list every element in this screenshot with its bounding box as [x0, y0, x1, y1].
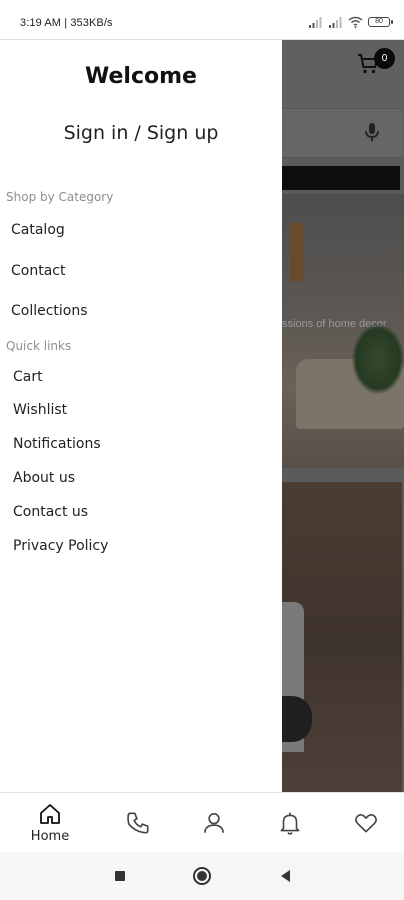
shop-by-category-label: Shop by Category [6, 190, 114, 204]
quick-link-notifications[interactable]: Notifications [13, 436, 101, 452]
announcement-bar [282, 166, 400, 190]
cart-count-badge: 0 [374, 48, 395, 69]
user-icon [203, 812, 225, 833]
system-back-button[interactable] [276, 866, 296, 886]
menu-item-catalog[interactable]: Catalog [11, 222, 65, 238]
bell-icon [280, 812, 300, 835]
cart-button[interactable]: 0 [356, 48, 395, 82]
hero-banner-image[interactable]: ssions of home decor [282, 194, 404, 468]
nav-phone[interactable] [108, 793, 168, 853]
recents-icon [115, 871, 125, 881]
back-icon [281, 870, 290, 882]
search-bar[interactable] [282, 108, 402, 158]
quick-link-wishlist[interactable]: Wishlist [13, 402, 67, 418]
heart-icon [355, 814, 377, 833]
status-icons: 80 [308, 16, 393, 28]
navigation-drawer: Welcome Sign in / Sign up Shop by Catego… [0, 40, 282, 792]
signal-icon [309, 17, 322, 28]
sign-in-link[interactable]: Sign in / Sign up [0, 122, 282, 144]
menu-item-contact[interactable]: Contact [11, 263, 65, 279]
plant-shape [352, 324, 404, 394]
drawer-title: Welcome [85, 64, 197, 89]
background-app-overlay[interactable]: 0 ssions of home decor [282, 40, 404, 792]
product-banner-image[interactable] [282, 482, 402, 792]
quick-link-cart[interactable]: Cart [13, 369, 43, 385]
nav-notifications[interactable] [260, 793, 320, 853]
nav-home[interactable]: Home [20, 793, 80, 853]
home-icon [40, 804, 60, 824]
signal-icon-2 [329, 17, 342, 28]
system-navigation-bar [0, 852, 404, 900]
recents-button[interactable] [110, 866, 130, 886]
bottom-navigation: Home [0, 792, 404, 852]
home-circle-icon [193, 867, 211, 885]
nav-home-label: Home [30, 829, 70, 844]
wifi-icon [348, 16, 363, 28]
lamp-shape [290, 222, 304, 282]
dish-shape [282, 696, 312, 742]
mic-icon[interactable] [362, 121, 382, 143]
nav-wishlist[interactable] [336, 793, 396, 853]
status-bar: 3:19 AM | 353KB/s 80 [0, 0, 404, 40]
status-time: 3:19 AM | 353KB/s [20, 17, 113, 29]
nav-account[interactable] [184, 793, 244, 853]
quick-link-contact-us[interactable]: Contact us [13, 504, 88, 520]
quick-links-label: Quick links [6, 339, 72, 353]
battery-icon: 80 [368, 17, 393, 27]
quick-link-about-us[interactable]: About us [13, 470, 75, 486]
menu-item-collections[interactable]: Collections [11, 303, 88, 319]
quick-link-privacy-policy[interactable]: Privacy Policy [13, 538, 108, 554]
phone-icon [127, 812, 149, 834]
system-home-button[interactable] [192, 866, 212, 886]
